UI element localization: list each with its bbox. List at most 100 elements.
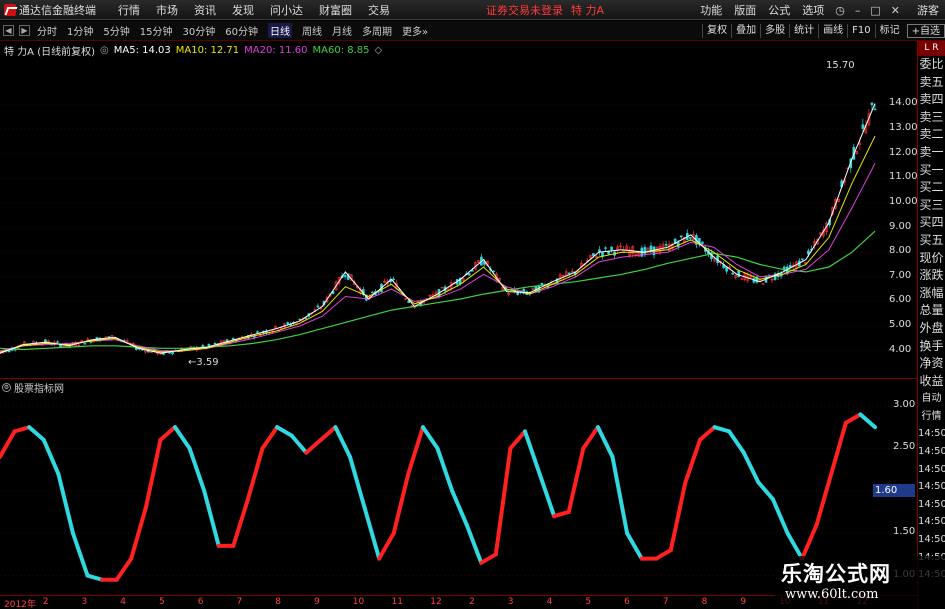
forward-arrow-icon[interactable]: ▶ [19, 25, 30, 36]
price-tick-label: 13.00 [889, 121, 918, 133]
menu-shichang[interactable]: 市场 [156, 2, 178, 18]
stats-button[interactable]: 统计 [789, 24, 818, 38]
period-more[interactable]: 更多» [402, 23, 428, 38]
indicator-segment [70, 531, 90, 578]
indicator-segment [625, 531, 644, 561]
menu-caifuquan[interactable]: 财富圈 [319, 2, 352, 18]
side-panel-item: 14:50 [918, 516, 945, 528]
candle-body [213, 342, 217, 345]
indicator-segment [479, 552, 498, 565]
indicator-segment [420, 425, 440, 451]
back-arrow-icon[interactable]: ◀ [3, 25, 14, 36]
period-5min[interactable]: 5分钟 [103, 23, 129, 38]
indicator-segment [275, 425, 294, 438]
period-weekly[interactable]: 周线 [302, 23, 322, 38]
legend-ma10: MA10: 12.71 [175, 44, 240, 56]
candle-body [607, 251, 610, 255]
indicator-settings-icon[interactable]: ⚙ [2, 382, 11, 392]
minimize-icon[interactable]: – [855, 4, 861, 17]
legend-ma5: MA5: 14.03 [113, 44, 171, 56]
period-1min[interactable]: 1分钟 [67, 23, 93, 38]
indicator-segment [464, 522, 484, 565]
time-tick-label: 4 [546, 597, 553, 607]
fuquan-button[interactable]: 复权 [702, 24, 731, 38]
indicator-segment [829, 420, 848, 476]
indicator-segment [318, 425, 338, 442]
menu-gongshi[interactable]: 公式 [768, 2, 790, 18]
side-panel-item: 买三 [919, 197, 944, 212]
low-price-value: 3.59 [196, 357, 219, 368]
ma-line-ma5 [0, 103, 876, 354]
price-chart[interactable] [0, 41, 917, 378]
period-daily[interactable]: 日线 [267, 23, 292, 38]
period-30min[interactable]: 30分钟 [182, 23, 215, 38]
indicator-segment [12, 425, 32, 434]
period-monthly[interactable]: 月线 [332, 23, 352, 38]
menu-xuanxiang[interactable]: 选项 [802, 2, 824, 18]
legend-ma20: MA20: 11.60 [244, 44, 308, 56]
period-60min[interactable]: 60分钟 [225, 23, 258, 38]
time-tick-label: 4 [120, 597, 126, 607]
trade-login-status[interactable]: 证券交易未登录 [486, 2, 563, 18]
legend-title: 特 力A (日线前复权) [4, 46, 96, 58]
indicator-segment [114, 556, 134, 582]
candle-body [371, 291, 374, 294]
side-panel-toggle[interactable]: L R [918, 41, 945, 56]
period-multi[interactable]: 多周期 [362, 23, 392, 38]
indicator-segment [566, 446, 586, 514]
menu-faxian[interactable]: 发现 [232, 2, 254, 18]
indicator-segment [85, 573, 105, 582]
menu-wenxiaoda[interactable]: 问小达 [270, 2, 303, 18]
side-panel-items: 委比 卖五 卖四 卖三 卖二 卖一 买一 买二 买三 买四 买五 现价 涨跌 涨幅 总量 外盘 换手 净资 收益 自动… [918, 56, 945, 584]
candle-body [56, 341, 59, 343]
side-panel-item: 14:50 [918, 428, 945, 440]
legend-settings-icon[interactable]: ◎ [100, 45, 109, 56]
legend-collapse-icon[interactable]: ◇ [375, 45, 383, 56]
menu-banmian[interactable]: 版面 [734, 2, 756, 18]
side-panel-item[interactable]: 行情 [918, 408, 945, 426]
indicator-segment [202, 488, 221, 548]
indicator-segment [0, 429, 17, 459]
watermark-url: www.60lt.com [785, 587, 879, 602]
overlay-button[interactable]: 叠加 [731, 24, 760, 38]
candle-body [679, 235, 683, 238]
draw-line-button[interactable]: 画线 [818, 24, 847, 38]
side-panel-item[interactable]: 自动 [918, 390, 945, 408]
side-panel-item: 卖二 [919, 127, 944, 142]
candle-body [253, 336, 256, 338]
guest-login-button[interactable]: 游客 [917, 2, 939, 18]
menu-jiaoyi[interactable]: 交易 [368, 2, 390, 18]
quote-side-panel: L R 委比 卖五 卖四 卖三 卖二 卖一 买一 买二 买三 买四 买五 现价 涨跌 涨幅 总量 外盘 换手 净资… [917, 41, 945, 609]
side-panel-item: 14:50 [918, 463, 945, 475]
indicator-segment [595, 425, 615, 459]
maximize-icon[interactable]: □ [870, 4, 880, 17]
price-tick-label: 8.00 [889, 245, 912, 257]
mark-button[interactable]: 标记 [874, 24, 904, 38]
side-panel-item: 换手 [919, 338, 944, 353]
period-fenshi[interactable]: 分时 [37, 23, 57, 38]
multi-stock-button[interactable]: 多股 [760, 24, 789, 38]
menu-hangqing[interactable]: 行情 [118, 2, 140, 18]
menu-gongneng[interactable]: 功能 [700, 2, 722, 18]
menu-zixun[interactable]: 资讯 [194, 2, 216, 18]
candle-body [298, 318, 302, 321]
time-tick-label: 12 [430, 597, 442, 607]
app-window: { "menubar": { "title": "通达信金融终端", "menu… [0, 0, 945, 609]
candle-body [83, 343, 87, 345]
help-icon[interactable]: ◷ [835, 4, 845, 17]
period-more-label: 更多 [401, 27, 422, 38]
candle-body [567, 272, 571, 274]
indicator-segment [537, 471, 557, 519]
period-15min[interactable]: 15分钟 [140, 23, 173, 38]
f10-button[interactable]: F10 [847, 24, 874, 38]
side-panel-item: 涨幅 [919, 285, 944, 300]
current-stock-name: 特 力A [571, 3, 605, 17]
candle-body [231, 338, 235, 340]
indicator-segment [843, 412, 863, 425]
indicator-segment [129, 505, 148, 561]
add-watchlist-button[interactable]: +自选 [906, 24, 945, 38]
candle-body [201, 345, 205, 348]
side-panel-item: 买四 [919, 215, 944, 230]
indicator-name[interactable]: 股票指标网 [14, 380, 64, 395]
close-icon[interactable]: ✕ [891, 4, 900, 17]
